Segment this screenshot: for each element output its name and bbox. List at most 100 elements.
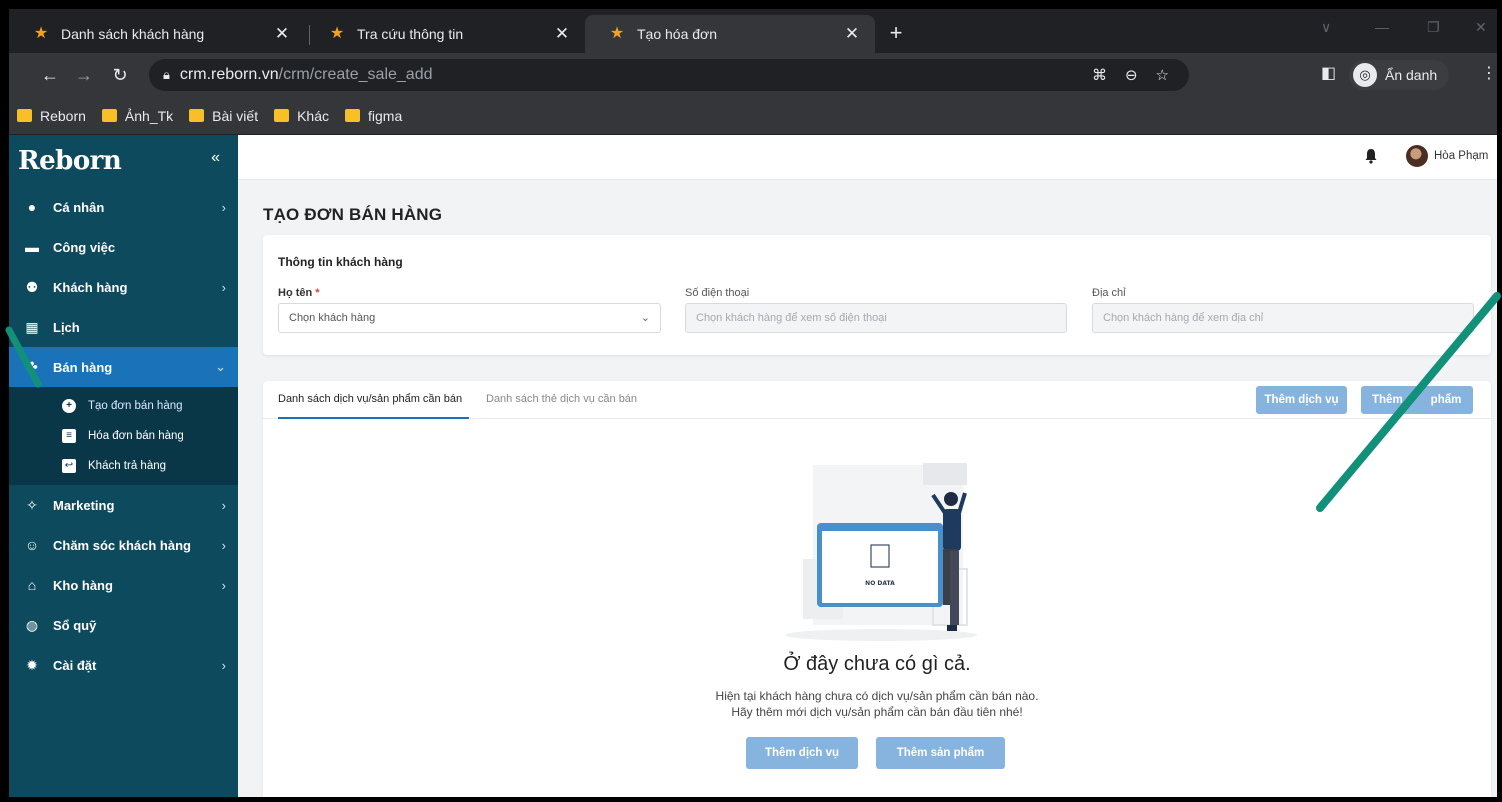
- screenshot-frame: ★ Danh sách khách hàng ✕ ★ Tra cứu thông…: [0, 0, 1502, 802]
- chevron-right-icon: ›: [221, 657, 226, 673]
- calendar-icon: ▦: [25, 318, 39, 335]
- sidebar-item-cai-dat[interactable]: ✹ Cài đặt ›: [9, 645, 238, 685]
- tab-products-services[interactable]: Danh sách dịch vụ/sản phẩm cần bán: [278, 393, 462, 405]
- bookmarks-bar: Reborn Ảnh_Tk Bài viết Khác figma: [9, 97, 1497, 135]
- address-placeholder: Chọn khách hàng để xem địa chỉ: [1103, 312, 1264, 324]
- phone-field[interactable]: Chọn khách hàng để xem số điện thoại: [685, 303, 1067, 333]
- sidebar-item-cham-soc[interactable]: ☺ Chăm sóc khách hàng ›: [9, 525, 238, 565]
- collapse-sidebar-icon[interactable]: «: [211, 149, 220, 167]
- chevron-right-icon: ›: [221, 537, 226, 553]
- tab-search-chevron-icon[interactable]: ∨: [1321, 19, 1331, 36]
- folder-icon: [189, 109, 205, 122]
- sidebar-item-label: Cá nhân: [53, 199, 105, 215]
- add-service-button[interactable]: Thêm dịch vụ: [1256, 386, 1347, 414]
- sidebar-item-khach-hang[interactable]: ⚉ Khách hàng ›: [9, 267, 238, 307]
- new-tab-plus-icon[interactable]: +: [882, 19, 910, 47]
- crm-app: Reborn « ● Cá nhân › ▬ Công việc ⚉ Khách hàn…: [9, 135, 1497, 797]
- url-host: crm.reborn.vn: [179, 66, 279, 83]
- side-panel-icon[interactable]: ◧: [1321, 63, 1336, 83]
- user-icon: ●: [27, 199, 37, 215]
- sidebar-subitem-tao-don[interactable]: + Tạo đơn bán hàng: [9, 391, 238, 421]
- translate-icon[interactable]: ⌘: [1092, 66, 1107, 84]
- empty-add-product-button[interactable]: Thêm sản phẩm: [876, 737, 1005, 769]
- bell-icon[interactable]: [1364, 148, 1378, 164]
- customer-select[interactable]: Chọn khách hàng ⌄: [278, 303, 661, 333]
- tab-title: Tra cứu thông tin: [357, 26, 464, 42]
- add-product-button[interactable]: Thêm phẩm: [1361, 386, 1473, 414]
- sidebar-item-label: Chăm sóc khách hàng: [53, 537, 191, 553]
- sidebar-item-kho-hang[interactable]: ⌂ Kho hàng ›: [9, 565, 238, 605]
- window-close-icon[interactable]: ✕: [1475, 19, 1487, 36]
- chevron-right-icon: ›: [221, 199, 226, 215]
- sidebar-item-lich[interactable]: ▦ Lịch: [9, 307, 238, 347]
- forward-arrow-icon[interactable]: →: [73, 64, 95, 86]
- customer-info-card: Thông tin khách hàng Họ tên * Chọn khách…: [263, 235, 1491, 355]
- brand-logo[interactable]: Reborn «: [9, 135, 238, 187]
- products-card: Danh sách dịch vụ/sản phẩm cần bán Danh …: [263, 381, 1491, 797]
- sidebar-item-marketing[interactable]: ✧ Marketing ›: [9, 485, 238, 525]
- sidebar-item-label: Sổ quỹ: [53, 617, 97, 633]
- no-data-illustration: NO DATA: [785, 463, 977, 641]
- tab-title: Tạo hóa đơn: [637, 26, 718, 42]
- close-icon[interactable]: ✕: [843, 24, 861, 44]
- tab-title: Danh sách khách hàng: [61, 26, 205, 42]
- zoom-icon[interactable]: ⊖: [1125, 66, 1138, 84]
- gear-icon: ✹: [26, 656, 38, 673]
- address-label: Địa chỉ: [1092, 287, 1126, 299]
- address-field[interactable]: Chọn khách hàng để xem địa chỉ: [1092, 303, 1474, 333]
- bookmark-label: figma: [368, 107, 403, 124]
- incognito-badge[interactable]: ◎ Ẩn danh: [1349, 60, 1450, 90]
- sidebar-subitem-tra-hang[interactable]: ↩ Khách trả hàng: [9, 451, 238, 481]
- browser-tab-create-invoice[interactable]: ★ Tạo hóa đơn ✕: [585, 15, 875, 53]
- bookmark-bai-viet[interactable]: Bài viết: [189, 108, 258, 124]
- users-icon: ⚉: [25, 278, 39, 295]
- tab-strip: ★ Danh sách khách hàng ✕ ★ Tra cứu thông…: [9, 9, 1497, 53]
- sidebar-item-ban-hang[interactable]: ✤ Bán hàng ⌄: [9, 347, 238, 387]
- bookmark-reborn[interactable]: Reborn: [17, 108, 86, 124]
- folder-icon: [17, 109, 32, 122]
- app-topbar: Hòa Phạm: [238, 135, 1497, 180]
- menu-kebab-icon[interactable]: ⋮: [1481, 63, 1497, 83]
- empty-state-line-2: Hãy thêm mới dịch vụ/sản phẩm cần bán đầ…: [731, 705, 1023, 719]
- address-bar[interactable]: 🔒︎ crm.reborn.vn/crm/create_sale_add ⌘ ⊖…: [149, 59, 1189, 91]
- back-arrow-icon[interactable]: ←: [39, 64, 61, 86]
- support-icon: ☺: [24, 537, 40, 553]
- omnibox-actions: ⌘ ⊖ ☆: [1092, 59, 1169, 91]
- close-icon[interactable]: ✕: [273, 24, 291, 44]
- bookmark-label: Bài viết: [212, 107, 259, 124]
- bookmark-star-icon[interactable]: ☆: [1156, 66, 1169, 84]
- reborn-favicon-icon: ★: [329, 25, 345, 42]
- empty-state-title: Ở đây chưa có gì cả.: [783, 653, 971, 675]
- name-label-text: Họ tên: [278, 287, 313, 299]
- sales-icon: ✤: [26, 358, 38, 375]
- product-tabs: Danh sách dịch vụ/sản phẩm cần bán Danh …: [263, 381, 1491, 419]
- sidebar-item-label: Lịch: [53, 319, 80, 335]
- brand-name: Reborn: [18, 146, 122, 176]
- tab-service-cards[interactable]: Danh sách thẻ dịch vụ cần bán: [486, 393, 637, 405]
- bookmark-khac[interactable]: Khác: [274, 108, 329, 124]
- avatar: [1406, 145, 1428, 167]
- folder-icon: [101, 109, 117, 122]
- briefcase-icon: ▬: [25, 239, 39, 255]
- bookmark-figma[interactable]: figma: [345, 108, 402, 124]
- incognito-label: Ẩn danh: [1385, 67, 1438, 83]
- sales-submenu: + Tạo đơn bán hàng ≡ Hóa đơn bán hàng ↩ Khá…: [9, 387, 238, 485]
- user-menu[interactable]: Hòa Phạm: [1406, 145, 1488, 167]
- folder-icon: [274, 109, 290, 122]
- sidebar-item-label: Khách hàng: [53, 279, 128, 295]
- sidebar-item-so-quy[interactable]: ◍ Sổ quỹ: [9, 605, 238, 645]
- reload-icon[interactable]: ↻: [109, 64, 131, 86]
- browser-tab-lookup[interactable]: ★ Tra cứu thông tin ✕: [305, 15, 585, 53]
- restore-icon[interactable]: ❐: [1427, 19, 1440, 36]
- sidebar-subitem-hoa-don[interactable]: ≡ Hóa đơn bán hàng: [9, 421, 238, 451]
- bookmark-anh-tk[interactable]: Ảnh_Tk: [101, 108, 173, 124]
- invoice-icon: ≡: [62, 429, 76, 443]
- sidebar-item-cong-viec[interactable]: ▬ Công việc: [9, 227, 238, 267]
- close-icon[interactable]: ✕: [553, 24, 571, 44]
- sidebar-item-ca-nhan[interactable]: ● Cá nhân ›: [9, 187, 238, 227]
- browser-tab-customer-list[interactable]: ★ Danh sách khách hàng ✕: [9, 15, 305, 53]
- minimize-icon[interactable]: —: [1375, 19, 1389, 35]
- bookmark-label: Reborn: [40, 107, 86, 124]
- empty-add-service-button[interactable]: Thêm dịch vụ: [746, 737, 858, 769]
- customer-select-value: Chọn khách hàng: [289, 312, 376, 324]
